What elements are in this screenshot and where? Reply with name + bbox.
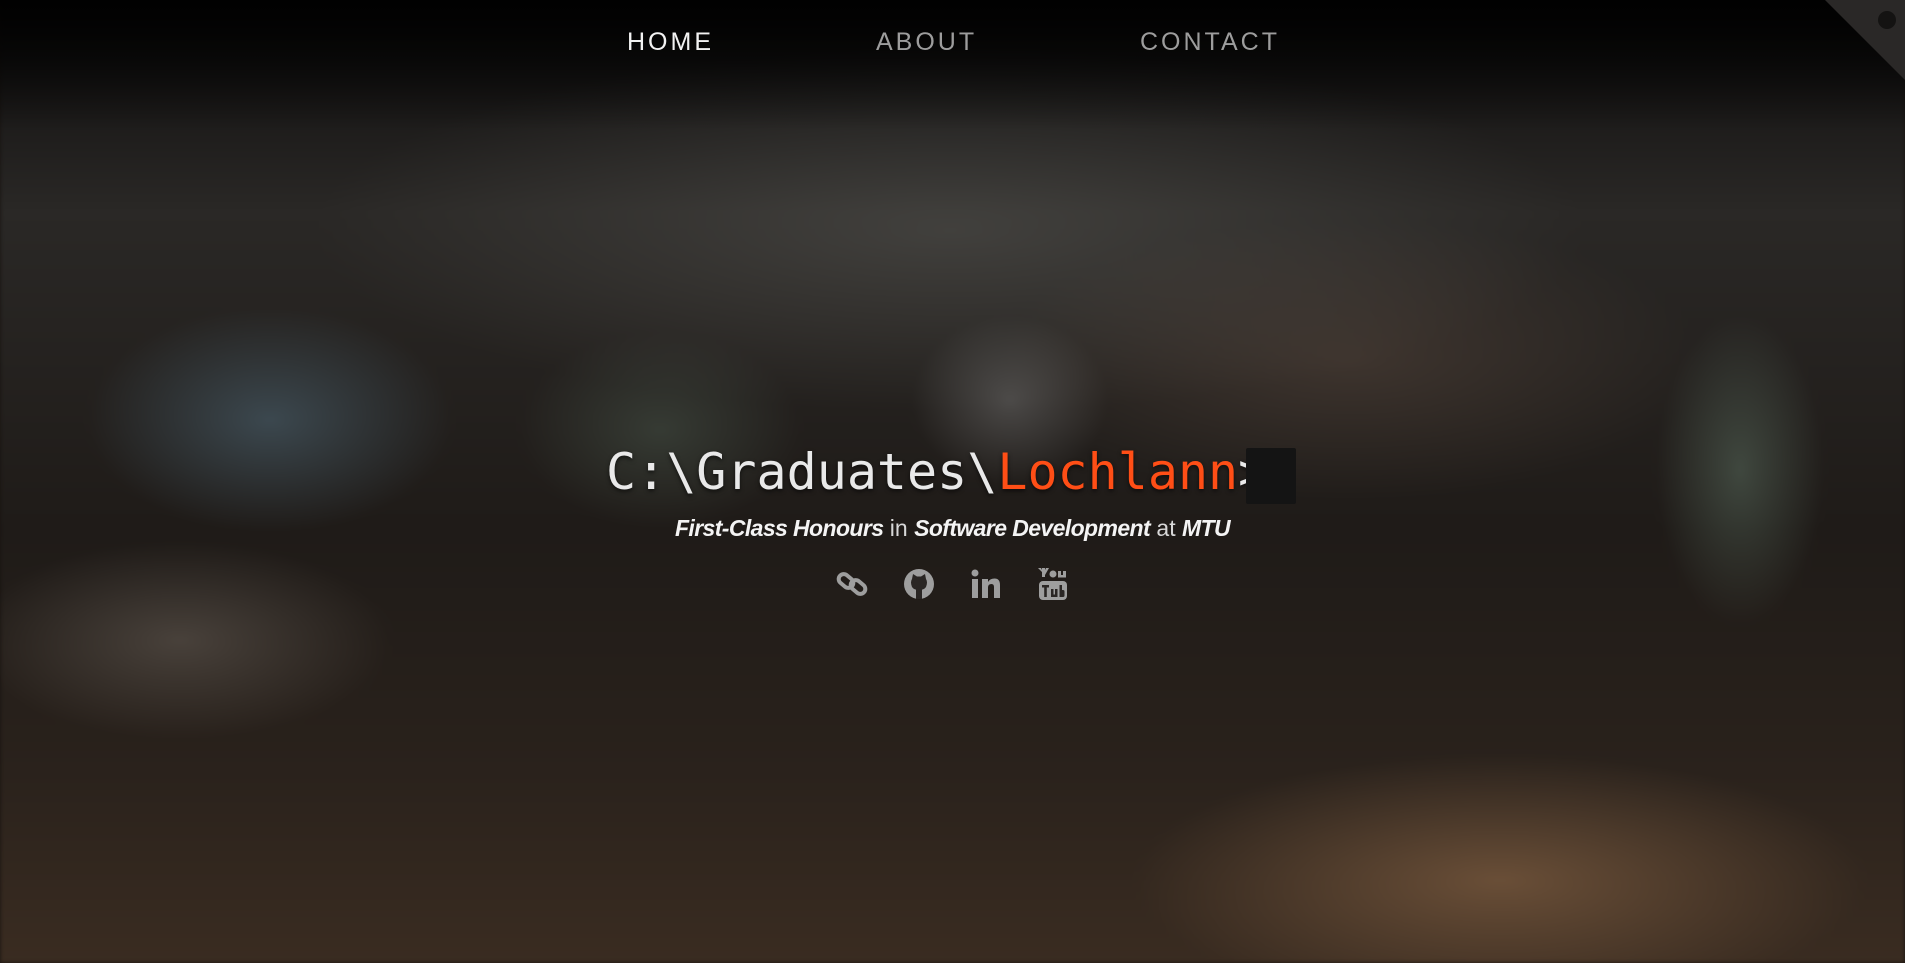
top-shade xyxy=(0,0,1905,130)
prompt-name: Lochlann xyxy=(997,443,1239,501)
link-icon xyxy=(836,572,868,596)
nav-contact[interactable]: CONTACT xyxy=(1140,28,1280,57)
prompt-path: C:\Graduates\ xyxy=(606,443,998,501)
link-button[interactable] xyxy=(832,564,872,604)
tagline-in: in xyxy=(889,515,908,541)
tagline-school: MTU xyxy=(1182,515,1231,541)
tagline: First-Class Honours in Software Developm… xyxy=(0,515,1905,542)
tagline-degree: First-Class Honours xyxy=(674,515,884,541)
terminal-prompt: C:\Graduates\Lochlann> xyxy=(606,440,1268,504)
github-corner-icon xyxy=(1825,0,1905,80)
github-button[interactable] xyxy=(899,564,939,604)
linkedin-icon xyxy=(971,569,1000,598)
terminal-cursor xyxy=(1246,448,1296,504)
tagline-field: Software Development xyxy=(914,515,1151,541)
nav-home[interactable]: HOME xyxy=(627,28,714,57)
youtube-button[interactable] xyxy=(1033,564,1073,604)
tagline-at: at xyxy=(1156,515,1176,541)
linkedin-button[interactable] xyxy=(966,564,1006,604)
youtube-icon xyxy=(1038,568,1067,600)
github-corner[interactable] xyxy=(1825,0,1905,80)
github-icon xyxy=(904,569,934,599)
main-nav: HOME ABOUT CONTACT xyxy=(0,28,1905,58)
nav-about[interactable]: ABOUT xyxy=(876,28,977,57)
